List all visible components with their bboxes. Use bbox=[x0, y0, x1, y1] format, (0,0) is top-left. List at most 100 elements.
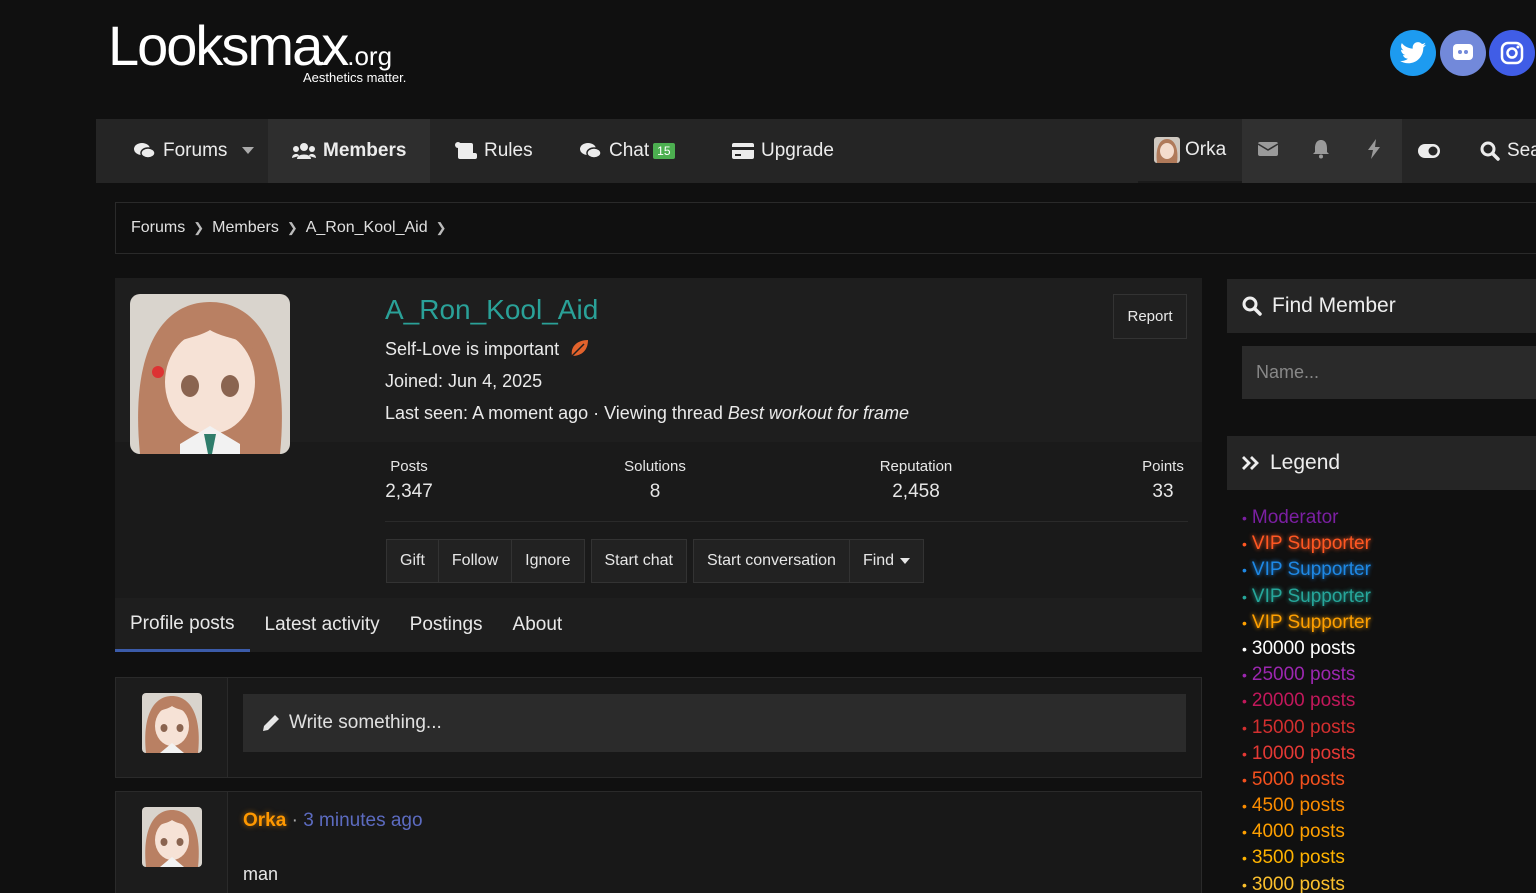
legend-label: VIP Supporter bbox=[1251, 611, 1371, 633]
profile-tabs: Profile posts Latest activity Postings A… bbox=[115, 598, 1202, 652]
breadcrumb-item[interactable]: A_Ron_Kool_Aid ❯ bbox=[306, 219, 455, 237]
envelope-icon[interactable] bbox=[1257, 141, 1279, 161]
nav-chat[interactable]: Chat 15 bbox=[580, 119, 675, 183]
nav-upgrade[interactable]: Upgrade bbox=[732, 119, 834, 183]
start-conversation-button[interactable]: Start conversation bbox=[694, 540, 850, 582]
bell-icon[interactable] bbox=[1312, 139, 1330, 163]
find-member-input[interactable]: Name... bbox=[1242, 346, 1536, 399]
last-seen: Last seen: A moment ago · Viewing thread… bbox=[385, 403, 909, 423]
chat-count-badge: 15 bbox=[653, 143, 675, 159]
post-author[interactable]: Orka bbox=[243, 810, 286, 831]
double-chevron-icon bbox=[1242, 456, 1259, 470]
search-icon bbox=[1242, 296, 1262, 316]
legend-label: 5000 posts bbox=[1251, 768, 1345, 790]
profile-stats: Posts 2,347 Solutions 8 Reputation 2,458… bbox=[385, 442, 1188, 522]
find-member-header: Find Member bbox=[1227, 279, 1536, 333]
instagram-icon[interactable] bbox=[1489, 30, 1535, 76]
nav-search[interactable]: Sea bbox=[1480, 119, 1536, 183]
nav-icon-group bbox=[1242, 119, 1402, 183]
legend-item: • 4500 posts bbox=[1242, 793, 1371, 819]
profile-username[interactable]: A_Ron_Kool_Aid bbox=[385, 294, 598, 326]
nav-rules[interactable]: Rules bbox=[455, 119, 533, 183]
bullet-icon: • bbox=[1242, 719, 1247, 736]
legend-item: • 3000 posts bbox=[1242, 872, 1371, 893]
legend-item: • 20000 posts bbox=[1242, 688, 1371, 714]
scroll-icon bbox=[455, 142, 477, 159]
action-group: Gift Follow Ignore bbox=[386, 539, 585, 583]
follow-button[interactable]: Follow bbox=[439, 540, 513, 582]
bolt-icon[interactable] bbox=[1367, 139, 1381, 163]
bullet-icon: • bbox=[1242, 536, 1247, 553]
viewing-thread-link[interactable]: Best workout for frame bbox=[728, 403, 909, 423]
legend-header: Legend bbox=[1227, 436, 1536, 490]
legend-item: • 15000 posts bbox=[1242, 715, 1371, 741]
legend-list: • Moderator • VIP Supporter • VIP Supporter • V… bbox=[1242, 505, 1371, 893]
chevron-right-icon: ❯ bbox=[193, 220, 205, 235]
tab-about[interactable]: About bbox=[498, 598, 578, 652]
joined-date: Joined: Jun 4, 2025 bbox=[385, 371, 543, 391]
bullet-icon: • bbox=[1242, 850, 1247, 867]
bullet-icon: • bbox=[1242, 693, 1247, 710]
nav-username: Orka bbox=[1185, 139, 1227, 160]
tab-profile-posts[interactable]: Profile posts bbox=[115, 598, 250, 652]
breadcrumb-item[interactable]: Members ❯ bbox=[212, 219, 306, 237]
nav-forums[interactable]: Forums bbox=[134, 119, 227, 183]
avatar[interactable] bbox=[142, 693, 202, 753]
action-group: Start conversation Find bbox=[692, 539, 925, 583]
legend-label: 4000 posts bbox=[1251, 821, 1345, 843]
profile-avatar[interactable] bbox=[130, 294, 290, 454]
nav-rules-label: Rules bbox=[484, 140, 533, 161]
logo-tagline: Aesthetics matter. bbox=[303, 70, 407, 85]
nav-upgrade-label: Upgrade bbox=[761, 140, 834, 161]
legend-label: VIP Supporter bbox=[1251, 559, 1371, 581]
legend-label: VIP Supporter bbox=[1251, 533, 1371, 555]
twitter-icon[interactable] bbox=[1390, 30, 1436, 76]
theme-toggle-icon[interactable] bbox=[1414, 119, 1444, 183]
write-something-input[interactable]: Write something... bbox=[243, 694, 1186, 752]
search-icon bbox=[1480, 141, 1500, 161]
legend-item: • Moderator bbox=[1242, 505, 1371, 531]
chevron-right-icon: ❯ bbox=[286, 220, 298, 235]
nav-user-account[interactable]: Orka bbox=[1138, 119, 1242, 183]
legend-label: 20000 posts bbox=[1251, 690, 1356, 712]
legend-item: • 3500 posts bbox=[1242, 845, 1371, 871]
breadcrumb-item[interactable]: Forums ❯ bbox=[131, 219, 212, 237]
post-time[interactable]: 3 minutes ago bbox=[303, 810, 422, 831]
avatar[interactable] bbox=[142, 807, 202, 867]
legend-item: • VIP Supporter bbox=[1242, 610, 1371, 636]
bullet-icon: • bbox=[1242, 798, 1247, 815]
pencil-icon bbox=[263, 715, 279, 731]
tab-postings[interactable]: Postings bbox=[395, 598, 498, 652]
stat-posts[interactable]: Posts 2,347 bbox=[385, 458, 433, 503]
report-button[interactable]: Report bbox=[1113, 294, 1187, 339]
caret-down-icon bbox=[242, 147, 254, 154]
caret-down-icon bbox=[900, 558, 911, 564]
stat-solutions[interactable]: Solutions 8 bbox=[615, 458, 695, 503]
legend-item: • 4000 posts bbox=[1242, 819, 1371, 845]
gift-button[interactable]: Gift bbox=[387, 540, 439, 582]
legend-item: • 30000 posts bbox=[1242, 636, 1371, 662]
stat-reputation[interactable]: Reputation 2,458 bbox=[871, 458, 961, 503]
discord-icon[interactable] bbox=[1440, 30, 1486, 76]
breadcrumb: Forums ❯ Members ❯ A_Ron_Kool_Aid ❯ bbox=[115, 202, 1536, 254]
nav-members-label: Members bbox=[323, 140, 407, 161]
users-icon bbox=[292, 143, 316, 159]
legend-label: 30000 posts bbox=[1251, 637, 1356, 659]
legend-label: 25000 posts bbox=[1251, 664, 1356, 686]
legend-label: 15000 posts bbox=[1251, 716, 1356, 738]
site-logo[interactable]: Looksmax.org Aesthetics matter. bbox=[108, 18, 406, 86]
bullet-icon: • bbox=[1242, 876, 1247, 893]
profile-post-composer: Write something... bbox=[115, 677, 1202, 778]
tab-latest-activity[interactable]: Latest activity bbox=[250, 598, 395, 652]
comments-icon bbox=[580, 143, 602, 159]
find-dropdown-button[interactable]: Find bbox=[850, 540, 923, 582]
leaf-icon bbox=[571, 340, 589, 357]
stat-points[interactable]: Points 33 bbox=[1138, 458, 1188, 503]
nav-members[interactable]: Members bbox=[268, 119, 430, 183]
ignore-button[interactable]: Ignore bbox=[512, 540, 583, 582]
custom-title: Self-Love is important bbox=[385, 338, 590, 360]
start-chat-button[interactable]: Start chat bbox=[592, 540, 686, 582]
legend-label: 4500 posts bbox=[1251, 795, 1345, 817]
post-meta: Orka · 3 minutes ago bbox=[243, 810, 423, 832]
forums-dropdown[interactable] bbox=[242, 119, 261, 183]
